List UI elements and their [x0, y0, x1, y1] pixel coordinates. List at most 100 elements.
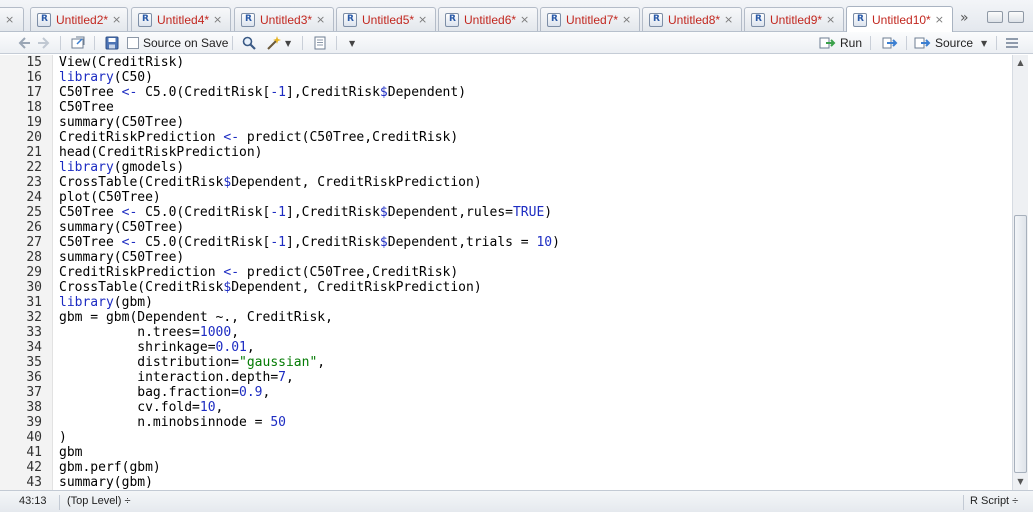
code-text[interactable]: summary(C50Tree) [59, 220, 184, 235]
code-text[interactable]: summary(C50Tree) [59, 250, 184, 265]
code-text[interactable]: CreditRiskPrediction <- predict(C50Tree,… [59, 265, 458, 280]
code-text[interactable]: C50Tree [59, 100, 114, 115]
code-text[interactable]: C50Tree <- C5.0(CreditRisk[-1],CreditRis… [59, 205, 552, 220]
tab-close-icon[interactable]: × [826, 13, 835, 26]
code-tools-wand-icon[interactable]: ▼ [266, 35, 291, 51]
run-button[interactable]: Run [818, 35, 862, 51]
tab-untitled6[interactable]: Untitled6* × [438, 7, 538, 31]
code-text[interactable]: CrossTable(CreditRisk$Dependent, CreditR… [59, 280, 482, 295]
tab-untitled3[interactable]: Untitled3* × [234, 7, 334, 31]
checkbox-box[interactable] [127, 37, 139, 49]
code-text[interactable]: library(gmodels) [59, 160, 184, 175]
code-text[interactable]: distribution="gaussian", [59, 355, 325, 370]
code-line[interactable]: 18 C50Tree [0, 100, 1012, 115]
tab-untitled8[interactable]: Untitled8* × [642, 7, 742, 31]
code-editor[interactable]: 15 View(CreditRisk) 16 library(C50) 17 C50Tre… [0, 55, 1012, 490]
code-line[interactable]: 36 interaction.depth=7, [0, 370, 1012, 385]
tab-untitled5[interactable]: Untitled5* × [336, 7, 436, 31]
tab-close-icon[interactable]: × [5, 13, 14, 26]
file-type-selector[interactable]: R Script ÷ [970, 495, 1018, 507]
code-line[interactable]: 40) [0, 430, 1012, 445]
code-text[interactable]: shrinkage=0.01, [59, 340, 254, 355]
code-text[interactable]: CreditRiskPrediction <- predict(C50Tree,… [59, 130, 458, 145]
code-line[interactable]: 35 distribution="gaussian", [0, 355, 1012, 370]
source-on-save-checkbox[interactable]: Source on Save [127, 35, 228, 51]
code-line[interactable]: 28 summary(C50Tree) [0, 250, 1012, 265]
code-line[interactable]: 38 cv.fold=10, [0, 400, 1012, 415]
tab-close-icon[interactable]: × [935, 13, 944, 26]
tab-untitled-truncated[interactable]: × [0, 7, 24, 31]
tab-close-icon[interactable]: × [622, 13, 631, 26]
code-line[interactable]: 32 gbm = gbm(Dependent ~., CreditRisk, [0, 310, 1012, 325]
tab-close-icon[interactable]: × [724, 13, 733, 26]
code-line[interactable]: 34 shrinkage=0.01, [0, 340, 1012, 355]
source-button[interactable]: Source [913, 35, 973, 51]
rerun-previous-icon[interactable] [880, 35, 900, 51]
scrollbar-thumb[interactable] [1014, 215, 1027, 473]
code-line[interactable]: 26 summary(C50Tree) [0, 220, 1012, 235]
code-text[interactable]: C50Tree <- C5.0(CreditRisk[-1],CreditRis… [59, 235, 560, 250]
tab-close-icon[interactable]: × [316, 13, 325, 26]
code-line[interactable]: 27 C50Tree <- C5.0(CreditRisk[-1],CreditR… [0, 235, 1012, 250]
code-text[interactable]: head(CreditRiskPrediction) [59, 145, 263, 160]
tab-untitled10[interactable]: Untitled10* × [846, 6, 953, 32]
tab-untitled2[interactable]: Untitled2* × [30, 7, 128, 31]
code-line[interactable]: 25 C50Tree <- C5.0(CreditRisk[-1],CreditR… [0, 205, 1012, 220]
code-line[interactable]: 30 CrossTable(CreditRisk$Dependent, Credi… [0, 280, 1012, 295]
tab-untitled9[interactable]: Untitled9* × [744, 7, 844, 31]
tab-close-icon[interactable]: × [520, 13, 529, 26]
tab-untitled4[interactable]: Untitled4* × [131, 7, 231, 31]
code-line[interactable]: 43 summary(gbm) [0, 475, 1012, 490]
minimize-pane-icon[interactable] [987, 11, 1003, 23]
code-text[interactable]: gbm [59, 445, 82, 460]
show-in-window-icon[interactable] [70, 35, 86, 51]
code-text[interactable]: n.minobsinnode = 50 [59, 415, 286, 430]
code-line[interactable]: 23 CrossTable(CreditRisk$Dependent, Credi… [0, 175, 1012, 190]
code-line[interactable]: 19 summary(C50Tree) [0, 115, 1012, 130]
code-text[interactable]: summary(gbm) [59, 475, 153, 490]
code-line[interactable]: 33 n.trees=1000, [0, 325, 1012, 340]
code-text[interactable]: View(CreditRisk) [59, 55, 184, 70]
code-line[interactable]: 31 library(gbm) [0, 295, 1012, 310]
code-line[interactable]: 24 plot(C50Tree) [0, 190, 1012, 205]
code-text[interactable]: ) [59, 430, 67, 445]
code-text[interactable]: gbm.perf(gbm) [59, 460, 161, 475]
options-dropdown[interactable]: ▼ [346, 35, 355, 51]
maximize-pane-icon[interactable] [1008, 11, 1024, 23]
code-text[interactable]: summary(C50Tree) [59, 115, 184, 130]
code-text[interactable]: plot(C50Tree) [59, 190, 161, 205]
tab-untitled7[interactable]: Untitled7* × [540, 7, 640, 31]
save-icon[interactable] [104, 35, 120, 51]
code-text[interactable]: library(C50) [59, 70, 153, 85]
code-text[interactable]: interaction.depth=7, [59, 370, 294, 385]
scope-selector[interactable]: (Top Level) ÷ [67, 495, 131, 507]
code-text[interactable]: C50Tree <- C5.0(CreditRisk[-1],CreditRis… [59, 85, 466, 100]
scroll-up-arrow-icon[interactable]: ▲ [1013, 55, 1028, 70]
code-text[interactable]: library(gbm) [59, 295, 153, 310]
code-line[interactable]: 20 CreditRiskPrediction <- predict(C50Tre… [0, 130, 1012, 145]
back-arrow-icon[interactable] [16, 35, 32, 51]
vertical-scrollbar[interactable]: ▲ ▼ [1012, 55, 1028, 490]
scroll-down-arrow-icon[interactable]: ▼ [1013, 474, 1028, 489]
tab-close-icon[interactable]: × [213, 13, 222, 26]
code-text[interactable]: CrossTable(CreditRisk$Dependent, CreditR… [59, 175, 482, 190]
code-line[interactable]: 37 bag.fraction=0.9, [0, 385, 1012, 400]
tab-close-icon[interactable]: × [418, 13, 427, 26]
code-line[interactable]: 17 C50Tree <- C5.0(CreditRisk[-1],CreditR… [0, 85, 1012, 100]
forward-arrow-icon[interactable] [36, 35, 52, 51]
code-text[interactable]: bag.fraction=0.9, [59, 385, 270, 400]
compile-report-icon[interactable] [312, 35, 328, 51]
code-line[interactable]: 39 n.minobsinnode = 50 [0, 415, 1012, 430]
code-line[interactable]: 16 library(C50) [0, 70, 1012, 85]
code-text[interactable]: cv.fold=10, [59, 400, 223, 415]
code-text[interactable]: n.trees=1000, [59, 325, 239, 340]
code-line[interactable]: 41 gbm [0, 445, 1012, 460]
code-line[interactable]: 22 library(gmodels) [0, 160, 1012, 175]
show-document-outline-icon[interactable] [1004, 35, 1020, 51]
code-line[interactable]: 21 head(CreditRiskPrediction) [0, 145, 1012, 160]
code-line[interactable]: 15 View(CreditRisk) [0, 55, 1012, 70]
more-tabs-chevron-icon[interactable]: » [960, 10, 968, 26]
source-options-dropdown[interactable]: ▼ [978, 35, 987, 51]
code-text[interactable]: gbm = gbm(Dependent ~., CreditRisk, [59, 310, 333, 325]
code-line[interactable]: 29 CreditRiskPrediction <- predict(C50Tre… [0, 265, 1012, 280]
